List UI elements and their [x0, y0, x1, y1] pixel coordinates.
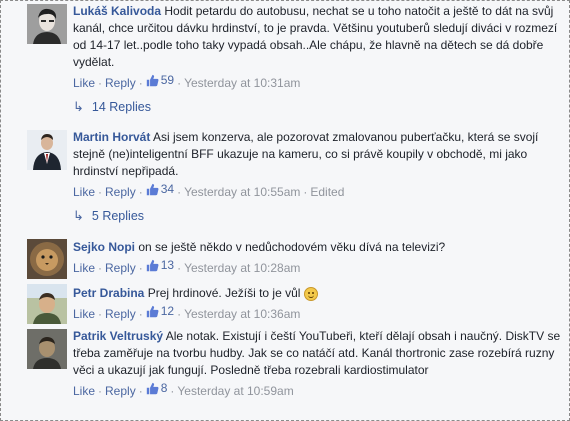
thumbs-up-icon [146, 183, 159, 196]
replies-count-label[interactable]: 5 Replies [92, 208, 144, 224]
edited-label[interactable]: Edited [310, 185, 344, 199]
comment-actions: Like · Reply · 8 · Yesterday at 10:59am [73, 380, 561, 400]
reply-button[interactable]: Reply [105, 384, 136, 398]
like-count[interactable]: 13 [146, 257, 174, 274]
comment-timestamp[interactable]: Yesterday at 10:55am [184, 185, 300, 199]
reply-button[interactable]: Reply [105, 185, 136, 199]
thumbs-up-icon [146, 74, 159, 87]
view-replies-link[interactable]: ↳ 5 Replies [73, 208, 144, 224]
thumbs-up-icon [146, 382, 159, 395]
like-button[interactable]: Like [73, 307, 95, 321]
comment-timestamp[interactable]: Yesterday at 10:31am [184, 76, 300, 90]
like-count-value: 59 [160, 73, 175, 87]
separator-dot: · [170, 384, 175, 398]
separator-dot: · [177, 185, 182, 199]
avatar-icon[interactable] [27, 4, 67, 44]
separator-dot: · [98, 76, 103, 90]
comment-author[interactable]: Lukáš Kalivoda [73, 4, 161, 18]
reply-button[interactable]: Reply [105, 76, 136, 90]
avatar-icon[interactable] [27, 239, 67, 279]
comment-author[interactable]: Petr Drabina [73, 286, 144, 300]
separator-dot: · [177, 76, 182, 90]
comment-actions: Like · Reply · 13 · Yesterday at 10:28am [73, 257, 561, 277]
avatar-icon[interactable] [27, 284, 67, 324]
like-count-value: 34 [160, 182, 175, 196]
like-button[interactable]: Like [73, 76, 95, 90]
comment-actions: Like · Reply · 59 · Yesterday at 10:31am [73, 72, 561, 92]
comment-author[interactable]: Patrik Veltruský [73, 329, 163, 343]
replies-count-label[interactable]: 14 Replies [92, 99, 151, 115]
separator-dot: · [138, 384, 143, 398]
avatar-icon[interactable] [27, 130, 67, 170]
separator-dot: · [138, 76, 143, 90]
comment-actions: Like · Reply · 34 · Yesterday at 10:55am · Edite… [73, 181, 561, 201]
reply-arrow-icon: ↳ [73, 208, 84, 223]
separator-dot: · [177, 307, 182, 321]
separator-dot: · [98, 384, 103, 398]
like-button[interactable]: Like [73, 185, 95, 199]
view-replies-link[interactable]: ↳ 14 Replies [73, 99, 151, 115]
comment-timestamp[interactable]: Yesterday at 10:28am [184, 261, 300, 275]
comment-actions: Like · Reply · 12 · Yesterday at 10:36am [73, 303, 561, 323]
like-count[interactable]: 12 [146, 303, 174, 320]
separator-dot: · [138, 307, 143, 321]
comment-timestamp[interactable]: Yesterday at 10:59am [177, 384, 293, 398]
separator-dot: · [98, 185, 103, 199]
thumbs-up-icon [146, 259, 159, 272]
smile-emoji-icon [303, 286, 318, 301]
comment-text: Prej hrdinové. Ježíši to je vůl [147, 286, 301, 300]
reply-button[interactable]: Reply [105, 307, 136, 321]
reply-arrow-icon: ↳ [73, 99, 84, 114]
like-count-value: 12 [160, 304, 175, 318]
like-button[interactable]: Like [73, 261, 95, 275]
separator-dot: · [177, 261, 182, 275]
like-count-value: 13 [160, 258, 175, 272]
comment-text: on se ještě někdo v nedůchodovém věku dí… [138, 240, 446, 254]
like-count[interactable]: 8 [146, 380, 168, 397]
separator-dot: · [303, 185, 308, 199]
thumbs-up-icon [146, 305, 159, 318]
like-count[interactable]: 34 [146, 181, 174, 198]
separator-dot: · [138, 261, 143, 275]
reply-button[interactable]: Reply [105, 261, 136, 275]
like-count-value: 8 [160, 381, 168, 395]
like-button[interactable]: Like [73, 384, 95, 398]
avatar-icon[interactable] [27, 329, 67, 369]
separator-dot: · [98, 307, 103, 321]
comment-timestamp[interactable]: Yesterday at 10:36am [184, 307, 300, 321]
like-count[interactable]: 59 [146, 72, 174, 89]
comment-author[interactable]: Martin Horvát [73, 130, 150, 144]
separator-dot: · [138, 185, 143, 199]
separator-dot: · [98, 261, 103, 275]
comment-author[interactable]: Sejko Nopi [73, 240, 135, 254]
